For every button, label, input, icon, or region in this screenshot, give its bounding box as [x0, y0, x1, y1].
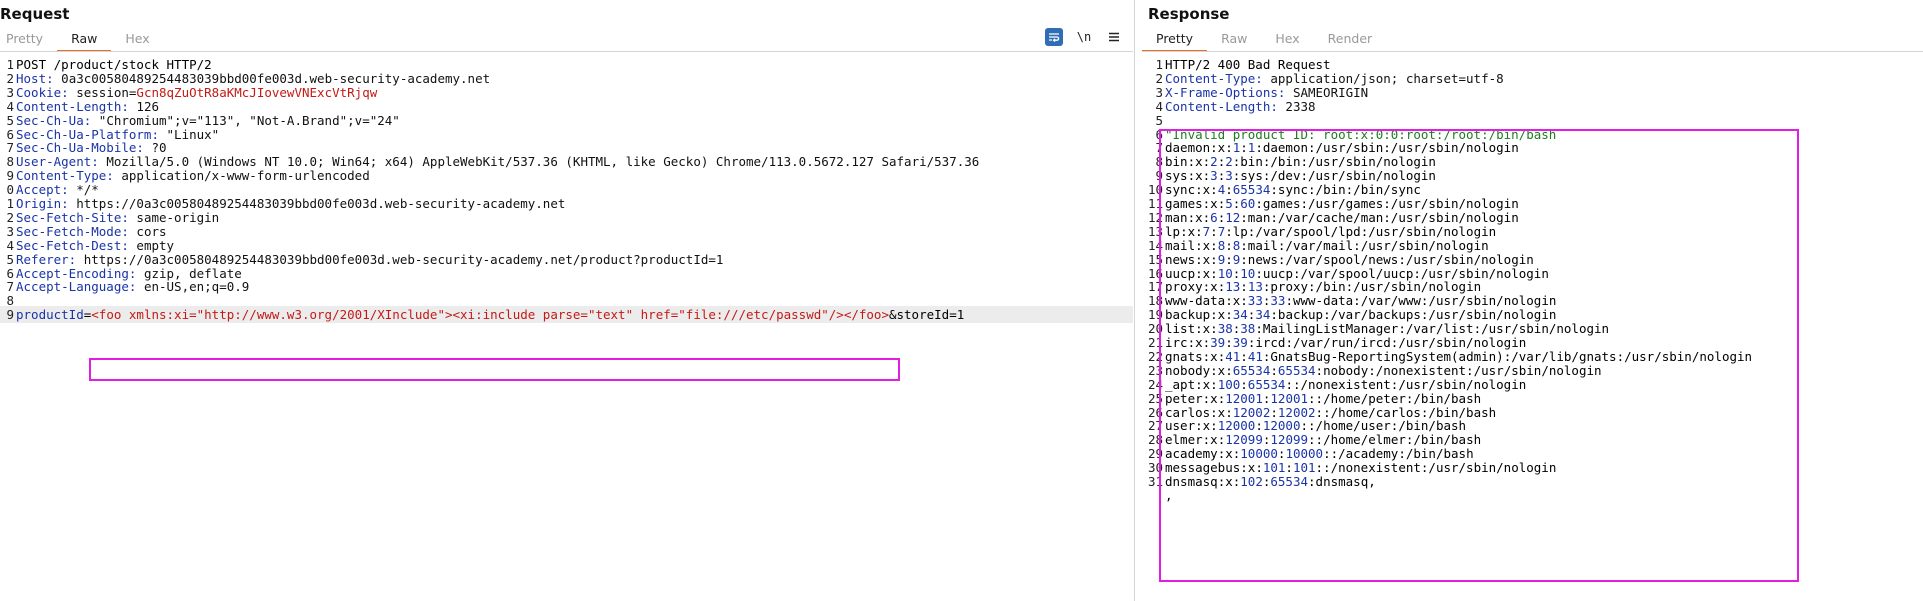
param-name: productId: [16, 307, 84, 323]
pane-divider[interactable]: [1134, 0, 1135, 601]
tab-pretty[interactable]: Pretty: [0, 28, 57, 50]
tab-render[interactable]: Render: [1314, 28, 1387, 50]
line-number: 9: [6, 307, 14, 323]
tab-raw[interactable]: Raw: [57, 28, 112, 52]
xinclude-payload: <foo xmlns:xi="http://www.w3.org/2001/XI…: [91, 307, 889, 323]
request-toolbar: \n: [1045, 28, 1123, 46]
response-tabs: Pretty Raw Hex Render: [1142, 28, 1387, 52]
request-title: Request: [0, 5, 70, 23]
tab-hex[interactable]: Hex: [111, 28, 163, 50]
word-wrap-icon[interactable]: [1045, 28, 1063, 46]
line-content: productId=<foo xmlns:xi="http://www.w3.o…: [14, 306, 964, 323]
code-line: 9 productId=<foo xmlns:xi="http://www.w3.…: [0, 306, 1133, 324]
request-editor[interactable]: 1 POST /product/stock HTTP/2 2 Host: 0a3c00…: [0, 53, 1133, 601]
line-content: ,: [1163, 487, 1173, 504]
show-newlines-icon[interactable]: \n: [1075, 28, 1093, 46]
param-tail: &storeId=1: [888, 307, 965, 323]
code-line: ,: [1142, 487, 1923, 504]
request-pane: Request Pretty Raw Hex \n 1 POST /product…: [0, 0, 1133, 601]
response-editor[interactable]: 1 HTTP/2 400 Bad Request 2 Content-Type: ap…: [1142, 53, 1923, 601]
request-tabs: Pretty Raw Hex: [0, 28, 164, 52]
tab-raw[interactable]: Raw: [1207, 28, 1261, 50]
response-title: Response: [1148, 5, 1230, 23]
menu-icon[interactable]: [1105, 28, 1123, 46]
line-number: [1142, 487, 1163, 504]
tab-pretty[interactable]: Pretty: [1142, 28, 1208, 52]
trailing-text: ,: [1165, 487, 1173, 503]
response-pane: Response Pretty Raw Hex Render 1 HTTP/2 4…: [1142, 0, 1923, 601]
tab-hex[interactable]: Hex: [1261, 28, 1313, 50]
